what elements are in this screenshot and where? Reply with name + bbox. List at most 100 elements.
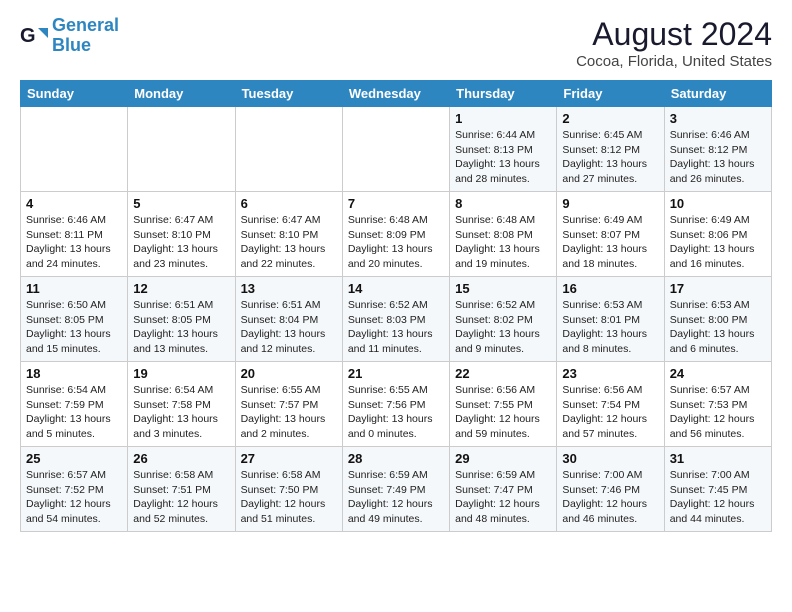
weekday-header-wednesday: Wednesday [342, 81, 449, 107]
weekday-header-tuesday: Tuesday [235, 81, 342, 107]
day-number: 7 [348, 196, 444, 211]
day-number: 22 [455, 366, 551, 381]
day-info: Sunrise: 6:53 AM Sunset: 8:00 PM Dayligh… [670, 298, 766, 357]
day-info: Sunrise: 7:00 AM Sunset: 7:45 PM Dayligh… [670, 468, 766, 527]
weekday-header-sunday: Sunday [21, 81, 128, 107]
calendar-cell: 10Sunrise: 6:49 AM Sunset: 8:06 PM Dayli… [664, 192, 771, 277]
day-info: Sunrise: 7:00 AM Sunset: 7:46 PM Dayligh… [562, 468, 658, 527]
day-info: Sunrise: 6:54 AM Sunset: 7:58 PM Dayligh… [133, 383, 229, 442]
title-block: August 2024 Cocoa, Florida, United State… [576, 16, 772, 70]
calendar-cell [128, 107, 235, 192]
day-info: Sunrise: 6:58 AM Sunset: 7:50 PM Dayligh… [241, 468, 337, 527]
day-info: Sunrise: 6:52 AM Sunset: 8:03 PM Dayligh… [348, 298, 444, 357]
calendar-cell: 12 Sunrise: 6:51 AM Sunset: 8:05 PM Dayli… [128, 277, 235, 362]
calendar-cell: 19 Sunrise: 6:54 AM Sunset: 7:58 PM Dayli… [128, 362, 235, 447]
weekday-header-monday: Monday [128, 81, 235, 107]
calendar-table: SundayMondayTuesdayWednesdayThursdayFrid… [20, 80, 772, 532]
location-subtitle: Cocoa, Florida, United States [576, 53, 772, 70]
day-info: Sunrise: 6:56 AM Sunset: 7:55 PM Dayligh… [455, 383, 551, 442]
day-number: 20 [241, 366, 337, 381]
calendar-cell: 6 Sunrise: 6:47 AM Sunset: 8:10 PM Daylig… [235, 192, 342, 277]
day-info: Sunrise: 6:46 AM Sunset: 8:12 PM Dayligh… [670, 128, 766, 187]
svg-text:G: G [20, 25, 36, 47]
calendar-cell: 16 Sunrise: 6:53 AM Sunset: 8:01 PM Dayli… [557, 277, 664, 362]
day-number: 4 [26, 196, 122, 211]
day-info: Sunrise: 6:58 AM Sunset: 7:51 PM Dayligh… [133, 468, 229, 527]
day-number: 2 [562, 111, 658, 126]
day-info: Sunrise: 6:51 AM Sunset: 8:05 PM Dayligh… [133, 298, 229, 357]
day-number: 30 [562, 451, 658, 466]
day-number: 26 [133, 451, 229, 466]
day-info: Sunrise: 6:53 AM Sunset: 8:01 PM Dayligh… [562, 298, 658, 357]
day-number: 13 [241, 281, 337, 296]
day-number: 29 [455, 451, 551, 466]
calendar-cell: 7Sunrise: 6:48 AM Sunset: 8:09 PM Daylig… [342, 192, 449, 277]
calendar-cell: 1Sunrise: 6:44 AM Sunset: 8:13 PM Daylig… [450, 107, 557, 192]
calendar-cell: 22 Sunrise: 6:56 AM Sunset: 7:55 PM Dayli… [450, 362, 557, 447]
day-info: Sunrise: 6:55 AM Sunset: 7:57 PM Dayligh… [241, 383, 337, 442]
day-number: 19 [133, 366, 229, 381]
weekday-header-friday: Friday [557, 81, 664, 107]
day-info: Sunrise: 6:55 AM Sunset: 7:56 PM Dayligh… [348, 383, 444, 442]
calendar-cell: 25 Sunrise: 6:57 AM Sunset: 7:52 PM Dayli… [21, 447, 128, 532]
calendar-cell: 17Sunrise: 6:53 AM Sunset: 8:00 PM Dayli… [664, 277, 771, 362]
day-info: Sunrise: 6:59 AM Sunset: 7:47 PM Dayligh… [455, 468, 551, 527]
calendar-cell: 27 Sunrise: 6:58 AM Sunset: 7:50 PM Dayli… [235, 447, 342, 532]
day-number: 16 [562, 281, 658, 296]
day-number: 8 [455, 196, 551, 211]
day-number: 9 [562, 196, 658, 211]
calendar-cell: 2 Sunrise: 6:45 AM Sunset: 8:12 PM Daylig… [557, 107, 664, 192]
day-info: Sunrise: 6:47 AM Sunset: 8:10 PM Dayligh… [133, 213, 229, 272]
calendar-cell: 18Sunrise: 6:54 AM Sunset: 7:59 PM Dayli… [21, 362, 128, 447]
month-year-title: August 2024 [576, 16, 772, 53]
day-info: Sunrise: 6:46 AM Sunset: 8:11 PM Dayligh… [26, 213, 122, 272]
day-info: Sunrise: 6:56 AM Sunset: 7:54 PM Dayligh… [562, 383, 658, 442]
calendar-cell: 8 Sunrise: 6:48 AM Sunset: 8:08 PM Daylig… [450, 192, 557, 277]
calendar-cell: 23 Sunrise: 6:56 AM Sunset: 7:54 PM Dayli… [557, 362, 664, 447]
day-info: Sunrise: 6:54 AM Sunset: 7:59 PM Dayligh… [26, 383, 122, 442]
day-number: 11 [26, 281, 122, 296]
calendar-cell: 31 Sunrise: 7:00 AM Sunset: 7:45 PM Dayli… [664, 447, 771, 532]
day-number: 23 [562, 366, 658, 381]
calendar-cell: 30 Sunrise: 7:00 AM Sunset: 7:46 PM Dayli… [557, 447, 664, 532]
day-number: 27 [241, 451, 337, 466]
day-number: 10 [670, 196, 766, 211]
calendar-cell: 21Sunrise: 6:55 AM Sunset: 7:56 PM Dayli… [342, 362, 449, 447]
calendar-cell: 5 Sunrise: 6:47 AM Sunset: 8:10 PM Daylig… [128, 192, 235, 277]
calendar-cell: 4 Sunrise: 6:46 AM Sunset: 8:11 PM Daylig… [21, 192, 128, 277]
calendar-cell: 9 Sunrise: 6:49 AM Sunset: 8:07 PM Daylig… [557, 192, 664, 277]
day-info: Sunrise: 6:45 AM Sunset: 8:12 PM Dayligh… [562, 128, 658, 187]
weekday-header-thursday: Thursday [450, 81, 557, 107]
calendar-cell: 3Sunrise: 6:46 AM Sunset: 8:12 PM Daylig… [664, 107, 771, 192]
calendar-cell: 13 Sunrise: 6:51 AM Sunset: 8:04 PM Dayli… [235, 277, 342, 362]
day-info: Sunrise: 6:44 AM Sunset: 8:13 PM Dayligh… [455, 128, 551, 187]
calendar-cell: 28 Sunrise: 6:59 AM Sunset: 7:49 PM Dayli… [342, 447, 449, 532]
calendar-cell [342, 107, 449, 192]
calendar-cell: 15Sunrise: 6:52 AM Sunset: 8:02 PM Dayli… [450, 277, 557, 362]
calendar-cell: 20 Sunrise: 6:55 AM Sunset: 7:57 PM Dayli… [235, 362, 342, 447]
day-info: Sunrise: 6:50 AM Sunset: 8:05 PM Dayligh… [26, 298, 122, 357]
day-info: Sunrise: 6:48 AM Sunset: 8:08 PM Dayligh… [455, 213, 551, 272]
day-info: Sunrise: 6:49 AM Sunset: 8:07 PM Dayligh… [562, 213, 658, 272]
day-info: Sunrise: 6:57 AM Sunset: 7:53 PM Dayligh… [670, 383, 766, 442]
day-info: Sunrise: 6:51 AM Sunset: 8:04 PM Dayligh… [241, 298, 337, 357]
day-info: Sunrise: 6:57 AM Sunset: 7:52 PM Dayligh… [26, 468, 122, 527]
day-number: 28 [348, 451, 444, 466]
day-number: 15 [455, 281, 551, 296]
page-header: G General Blue August 2024 Cocoa, Florid… [20, 16, 772, 70]
day-info: Sunrise: 6:59 AM Sunset: 7:49 PM Dayligh… [348, 468, 444, 527]
day-number: 12 [133, 281, 229, 296]
day-info: Sunrise: 6:47 AM Sunset: 8:10 PM Dayligh… [241, 213, 337, 272]
logo-icon: G [20, 22, 48, 50]
logo: G General Blue [20, 16, 119, 56]
day-number: 31 [670, 451, 766, 466]
day-number: 25 [26, 451, 122, 466]
calendar-cell: 29 Sunrise: 6:59 AM Sunset: 7:47 PM Dayli… [450, 447, 557, 532]
calendar-cell: 26 Sunrise: 6:58 AM Sunset: 7:51 PM Dayli… [128, 447, 235, 532]
calendar-cell: 14Sunrise: 6:52 AM Sunset: 8:03 PM Dayli… [342, 277, 449, 362]
day-number: 6 [241, 196, 337, 211]
weekday-header-saturday: Saturday [664, 81, 771, 107]
day-number: 5 [133, 196, 229, 211]
calendar-cell: 24 Sunrise: 6:57 AM Sunset: 7:53 PM Dayli… [664, 362, 771, 447]
day-number: 24 [670, 366, 766, 381]
